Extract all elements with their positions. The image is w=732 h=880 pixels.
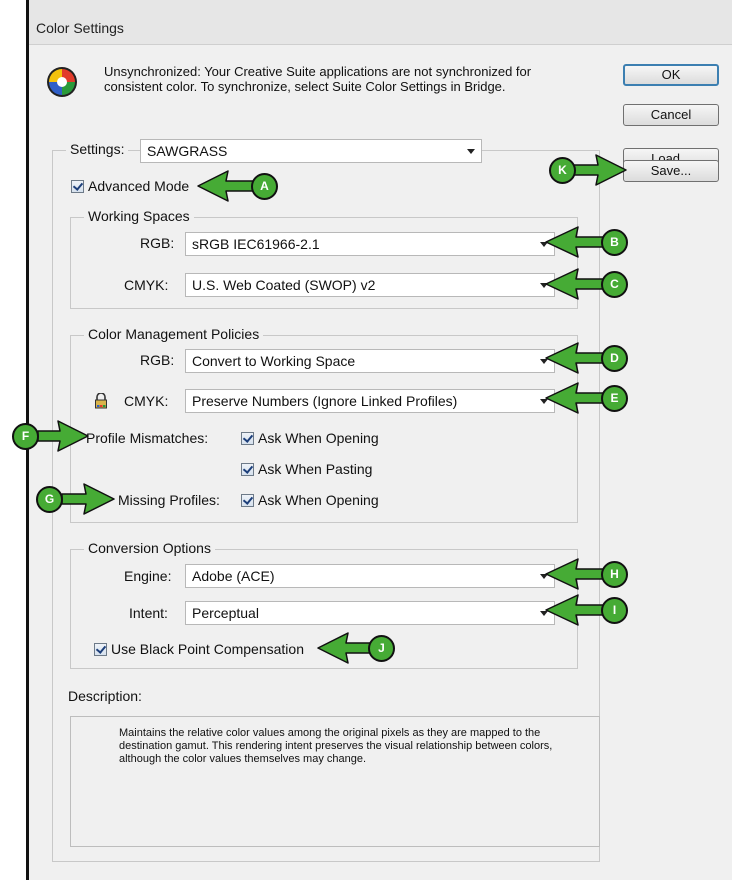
callout-h: H — [601, 561, 628, 588]
callout-c: C — [601, 271, 628, 298]
callout-d: D — [601, 345, 628, 372]
arrow-g — [61, 483, 115, 515]
arrow-e — [545, 382, 605, 414]
callout-g: G — [36, 486, 63, 513]
callout-j: J — [368, 635, 395, 662]
arrow-d — [545, 342, 605, 374]
arrow-h — [545, 558, 605, 590]
arrow-b — [545, 226, 605, 258]
callout-k: K — [549, 157, 576, 184]
arrow-a — [197, 170, 255, 202]
arrow-i — [545, 594, 605, 626]
callout-f: F — [12, 423, 39, 450]
arrow-c — [545, 268, 605, 300]
callout-a: A — [251, 173, 278, 200]
arrow-k — [573, 154, 627, 186]
callout-i: I — [601, 597, 628, 624]
callout-e: E — [601, 385, 628, 412]
arrow-f — [37, 420, 89, 452]
callout-b: B — [601, 229, 628, 256]
callout-arrows — [37, 154, 627, 664]
arrow-j — [317, 632, 373, 664]
